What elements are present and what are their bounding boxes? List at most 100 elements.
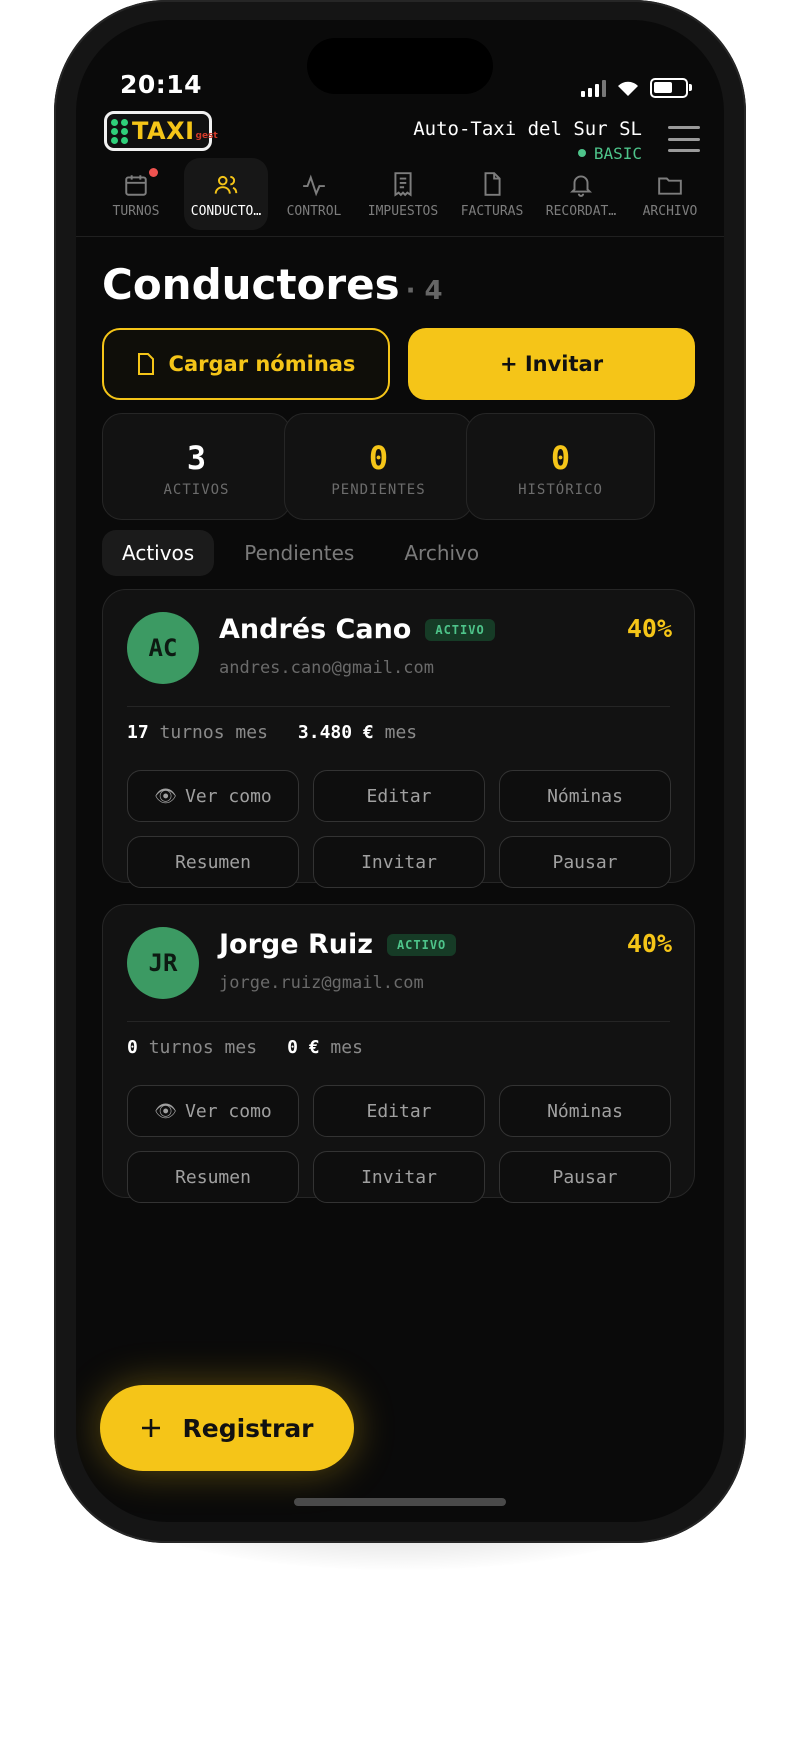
invite-button[interactable]: + Invitar [408,328,695,400]
card-divider [127,1021,670,1022]
app-logo: TAXI gest [104,111,218,151]
nav-item-conductores[interactable]: CONDUCTO… [184,158,268,230]
edit-button[interactable]: Editar [313,1085,485,1137]
commission-percent: 40% [626,614,672,643]
nav-label: TURNOS [112,204,160,219]
stat-pending[interactable]: 0 PENDIENTES [284,413,473,520]
summary-button[interactable]: Resumen [127,1151,299,1203]
driver-card: JR Jorge Ruiz ACTIVO jorge.ruiz@gmail.co… [102,904,695,1203]
shifts-label: turnos mes [148,1037,258,1058]
driver-card: AC Andrés Cano ACTIVO andres.cano@gmail.… [102,589,695,888]
phone-frame: 20:14 TAXI gest Auto-Taxi del Sur SL BAS… [54,0,746,1543]
stat-value: 0 [550,439,571,477]
driver-metrics: 17 turnos mes 3.480 € mes [127,722,417,743]
view-as-button[interactable]: 👁 Ver como [127,1085,299,1137]
notification-dot [149,168,158,177]
pause-button[interactable]: Pausar [499,836,671,888]
stat-active[interactable]: 3 ACTIVOS [102,413,291,520]
driver-email: jorge.ruiz@gmail.com [219,973,424,993]
driver-metrics: 0 turnos mes 0 € mes [127,1037,363,1058]
stat-label: PENDIENTES [331,482,426,498]
file-icon [484,172,501,196]
battery-icon [650,78,692,98]
revenue-amount: 3.480 € [297,722,374,743]
shifts-label: turnos mes [159,722,268,743]
avatar: AC [127,612,199,684]
avatar: JR [127,927,199,999]
invite-driver-button[interactable]: Invitar [313,836,485,888]
nav-label: ARCHIVO [642,204,698,219]
payroll-button[interactable]: Nóminas [499,770,671,822]
nav-label: FACTURAS [460,204,524,219]
revenue-amount: 0 € [287,1037,320,1058]
driver-actions: 👁 Ver como Editar Nóminas Resumen Invitar… [127,770,672,888]
stat-history[interactable]: 0 HISTÓRICO [466,413,655,520]
eye-icon: 👁 [154,785,178,807]
driver-count: · 4 [405,276,443,306]
company-info: Auto-Taxi del Sur SL BASIC [413,118,642,163]
activity-icon [303,174,325,197]
nav-label: RECORDAT… [545,204,617,219]
stat-value: 0 [368,439,389,477]
revenue-label: mes [384,722,418,743]
view-as-label: Ver como [185,785,272,807]
register-label: Registrar [182,1413,314,1443]
hamburger-menu-icon[interactable] [668,126,700,152]
stat-value: 3 [186,439,207,477]
invite-driver-button[interactable]: Invitar [313,1151,485,1203]
driver-name: Andrés Cano ACTIVO [219,614,495,645]
driver-name-text: Jorge Ruiz [219,929,373,960]
main-nav: TURNOS CONDUCTO… CONTROL IMPUESTOS FACTU… [94,158,714,230]
bell-icon [569,175,593,197]
summary-button[interactable]: Resumen [127,836,299,888]
commission-percent: 40% [626,929,672,958]
page-title: Conductores · 4 [102,260,443,309]
users-icon [214,175,238,194]
dynamic-island [307,38,493,94]
calendar-icon [125,175,147,196]
plan-status-dot [577,148,586,157]
upload-payroll-label: Cargar nóminas [168,352,356,376]
document-icon [137,353,154,375]
status-badge: ACTIVO [386,933,457,956]
app-screen: 20:14 TAXI gest Auto-Taxi del Sur SL BAS… [76,20,724,1522]
stat-label: HISTÓRICO [518,482,603,498]
invite-label: + Invitar [499,352,604,376]
shifts-count: 0 [127,1037,138,1058]
home-indicator[interactable] [294,1498,506,1506]
nav-item-control[interactable]: CONTROL [272,158,356,230]
nav-item-archivo[interactable]: ARCHIVO [628,158,712,230]
driver-actions: 👁 Ver como Editar Nóminas Resumen Invitar… [127,1085,672,1203]
upload-payroll-button[interactable]: Cargar nóminas [102,328,390,400]
nav-item-facturas[interactable]: FACTURAS [450,158,534,230]
folder-icon [658,177,682,195]
nav-label: IMPUESTOS [367,204,439,219]
logo-dots-icon [111,118,128,144]
eye-icon: 👁 [154,1100,178,1122]
wifi-icon [618,81,638,96]
view-as-label: Ver como [185,1100,272,1122]
nav-item-recordatorios[interactable]: RECORDAT… [539,158,623,230]
logo-text: TAXI [132,117,195,145]
pause-button[interactable]: Pausar [499,1151,671,1203]
status-time: 20:14 [120,70,203,99]
payroll-button[interactable]: Nóminas [499,1085,671,1137]
company-name: Auto-Taxi del Sur SL [413,118,642,140]
edit-button[interactable]: Editar [313,770,485,822]
nav-item-turnos[interactable]: TURNOS [94,158,178,230]
register-fab-button[interactable]: Registrar [100,1385,354,1471]
receipt-icon [394,172,412,197]
driver-name-text: Andrés Cano [219,614,412,645]
nav-label: CONDUCTO… [190,204,262,219]
view-as-button[interactable]: 👁 Ver como [127,770,299,822]
stat-label: ACTIVOS [163,482,230,498]
tab-pendientes[interactable]: Pendientes [224,530,374,576]
logo-sub: gest [195,131,218,141]
nav-item-impuestos[interactable]: IMPUESTOS [361,158,445,230]
tab-archivo[interactable]: Archivo [384,530,499,576]
tab-activos[interactable]: Activos [102,530,215,576]
signal-icon [581,79,606,97]
nav-divider [76,236,724,237]
shifts-count: 17 [127,722,149,743]
nav-label: CONTROL [286,204,342,219]
